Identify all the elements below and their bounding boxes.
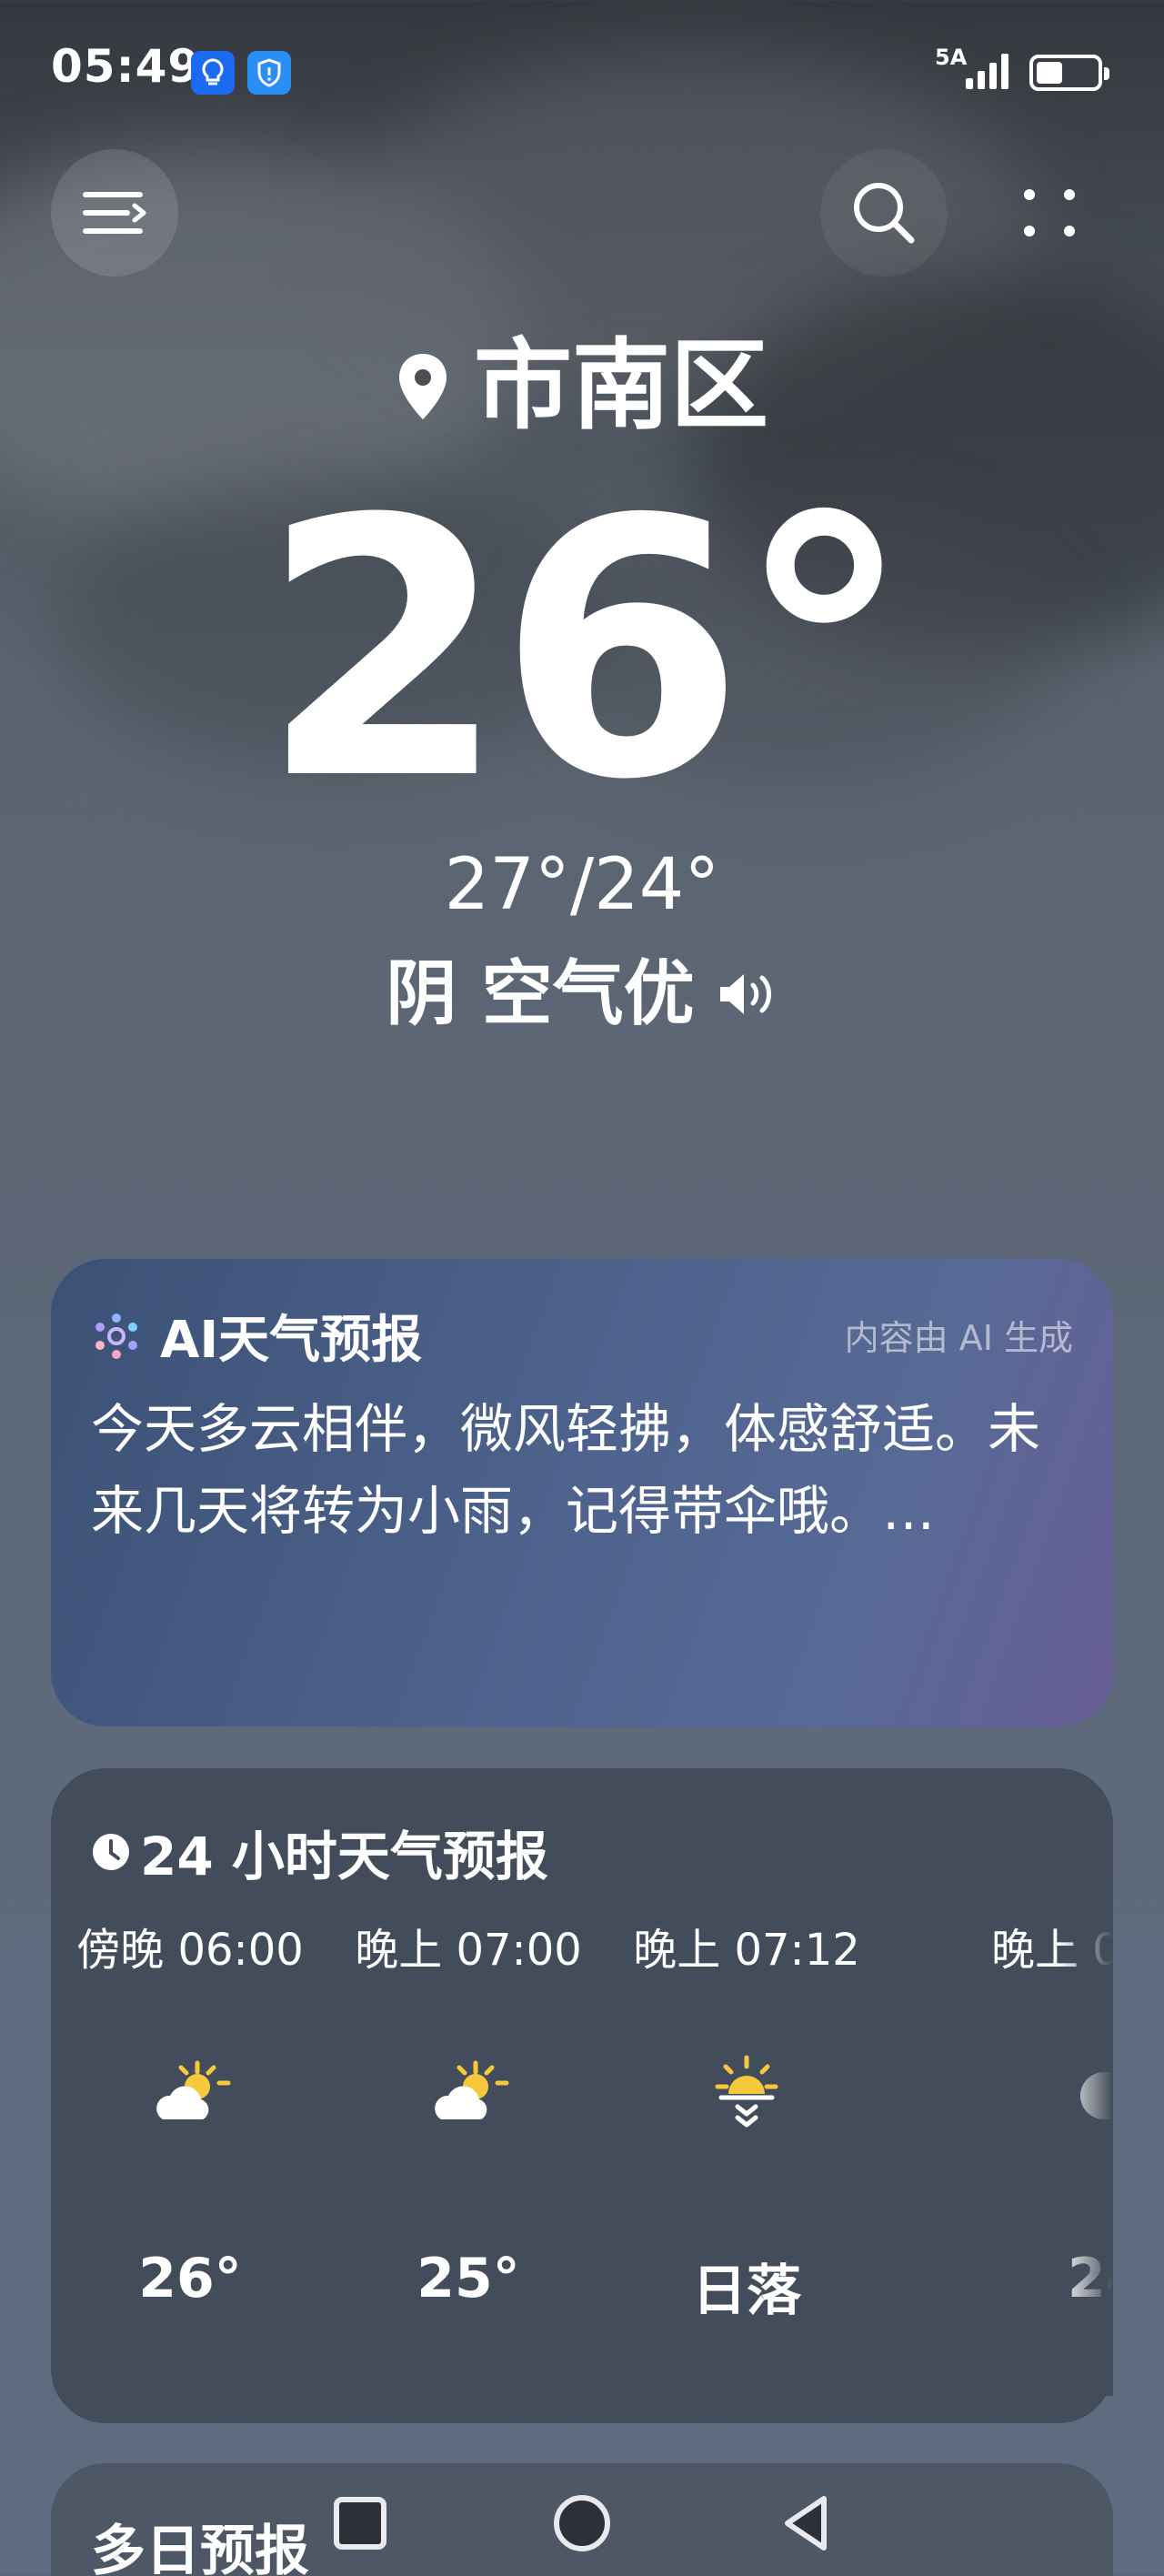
more-icon: [1024, 189, 1075, 236]
hour-temperature: 日落: [692, 2259, 801, 2323]
menu-icon: [83, 192, 146, 234]
hour-time: 傍晚 06:00: [76, 1925, 304, 1976]
partly-cloudy-icon: [156, 2060, 231, 2119]
menu-button[interactable]: [51, 149, 178, 277]
partly-cloudy-icon: [435, 2060, 509, 2119]
search-icon: [854, 183, 915, 244]
hour-item[interactable]: 傍晚 06:00 26°: [51, 1905, 329, 2396]
scroll-fade: [1059, 1905, 1113, 2396]
ai-summary-text: 今天多云相伴，微风轻拂，体感舒适。未来几天将转为小雨，记得带伞哦。…: [91, 1398, 1041, 1542]
back-button[interactable]: [769, 2487, 842, 2560]
hour-item[interactable]: 晚上 07:00 25°: [329, 1905, 607, 2396]
hourly-list[interactable]: 傍晚 06:00 26° 晚上 07:00 25° 晚上 07:12 日落 晚上…: [51, 1905, 1113, 2396]
clock-icon: [93, 1834, 129, 1870]
hour-time: 晚上 07:00: [355, 1925, 582, 1976]
signal-icon: [966, 54, 1008, 89]
location-selector[interactable]: 市南区: [0, 327, 1164, 446]
temperature-range: 27°/24°: [444, 844, 720, 926]
sparkle-icon: [95, 1313, 137, 1359]
condition-row: 阴 空气优: [0, 953, 1164, 1035]
hour-item[interactable]: 晚上 07:12 日落: [607, 1905, 886, 2396]
weather-condition: 阴 空气优: [386, 953, 695, 1035]
battery-icon: [1029, 55, 1109, 91]
status-bar: 05:49 5A: [0, 0, 1164, 146]
search-button[interactable]: [820, 149, 948, 277]
network-type: 5A: [935, 45, 968, 70]
hour-temperature: 25°: [416, 2247, 520, 2310]
city-name: 市南区: [473, 329, 768, 443]
speaker-icon[interactable]: [715, 969, 778, 1020]
home-circle-icon: [554, 2495, 610, 2551]
lightbulb-icon: [191, 51, 235, 95]
ai-disclaimer: 内容由 AI 生成: [844, 1318, 1073, 1358]
recents-square-icon: [334, 2497, 386, 2550]
location-pin-icon: [398, 354, 447, 419]
more-button[interactable]: [986, 149, 1113, 277]
back-triangle-icon: [785, 2496, 827, 2551]
ai-card-title: AI天气预报: [160, 1311, 423, 1370]
ai-forecast-card[interactable]: AI天气预报 内容由 AI 生成 今天多云相伴，微风轻拂，体感舒适。未来几天将转…: [51, 1259, 1113, 1726]
hour-time: 晚上 07:12: [633, 1925, 860, 1976]
recents-button[interactable]: [324, 2487, 396, 2560]
home-button[interactable]: [546, 2487, 618, 2560]
hour-temperature: 26°: [138, 2247, 242, 2310]
hourly-forecast-card[interactable]: 24 小时天气预报 傍晚 06:00 26° 晚上 07:00 25° 晚上 0…: [51, 1768, 1113, 2423]
shield-icon: [247, 51, 291, 95]
navigation-bar: [0, 2474, 1164, 2576]
hourly-card-title: 24 小时天气预报: [140, 1826, 548, 1887]
current-temperature: 26°: [260, 444, 913, 857]
sunset-icon: [715, 2055, 778, 2128]
ai-card-header: AI天气预报: [91, 1299, 422, 1373]
status-time: 05:49: [51, 40, 201, 93]
hourly-card-header: 24 小时天气预报: [91, 1814, 548, 1890]
